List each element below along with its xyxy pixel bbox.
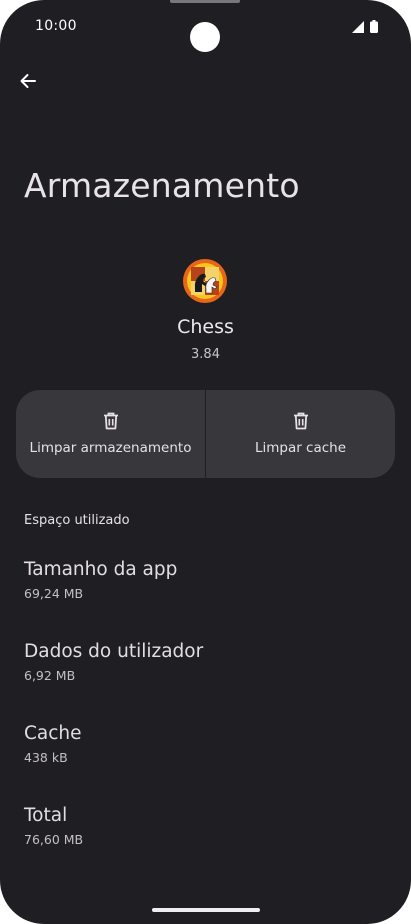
storage-actions: Limpar armazenamento Limpar cache xyxy=(16,390,395,478)
arrow-back-icon xyxy=(20,74,36,88)
signal-icon xyxy=(352,20,364,33)
clear-cache-button[interactable]: Limpar cache xyxy=(205,390,395,478)
usage-label: Tamanho da app xyxy=(24,559,178,580)
status-time: 10:00 xyxy=(35,18,77,34)
back-button[interactable] xyxy=(14,67,42,95)
phone-screen: 10:00 Armazenamento Chess 3.84 Limpar ar… xyxy=(0,0,411,924)
usage-value: 69,24 MB xyxy=(24,586,84,601)
usage-value: 438 kB xyxy=(24,750,68,765)
usage-label: Total xyxy=(24,805,68,826)
clear-storage-label: Limpar armazenamento xyxy=(29,440,192,456)
usage-row-cache: Cache 438 kB xyxy=(24,723,384,765)
delete-icon xyxy=(103,412,118,430)
usage-row-app-size: Tamanho da app 69,24 MB xyxy=(24,559,384,601)
home-indicator[interactable] xyxy=(152,908,260,912)
front-camera xyxy=(190,22,220,52)
usage-value: 6,92 MB xyxy=(24,668,76,683)
status-bar: 10:00 xyxy=(0,0,411,54)
usage-row-user-data: Dados do utilizador 6,92 MB xyxy=(24,641,384,683)
delete-icon xyxy=(293,412,308,430)
status-icons xyxy=(352,20,378,33)
clear-storage-button[interactable]: Limpar armazenamento xyxy=(16,390,205,478)
chess-app-icon xyxy=(183,259,227,303)
usage-label: Dados do utilizador xyxy=(24,641,204,662)
usage-row-total: Total 76,60 MB xyxy=(24,805,384,847)
clear-cache-label: Limpar cache xyxy=(254,440,347,456)
page-title: Armazenamento xyxy=(24,166,300,205)
usage-label: Cache xyxy=(24,723,82,744)
app-version: 3.84 xyxy=(191,347,220,362)
app-name: Chess xyxy=(177,316,234,338)
usage-value: 76,60 MB xyxy=(24,832,84,847)
battery-icon xyxy=(370,20,378,33)
section-header: Espaço utilizado xyxy=(24,513,130,528)
